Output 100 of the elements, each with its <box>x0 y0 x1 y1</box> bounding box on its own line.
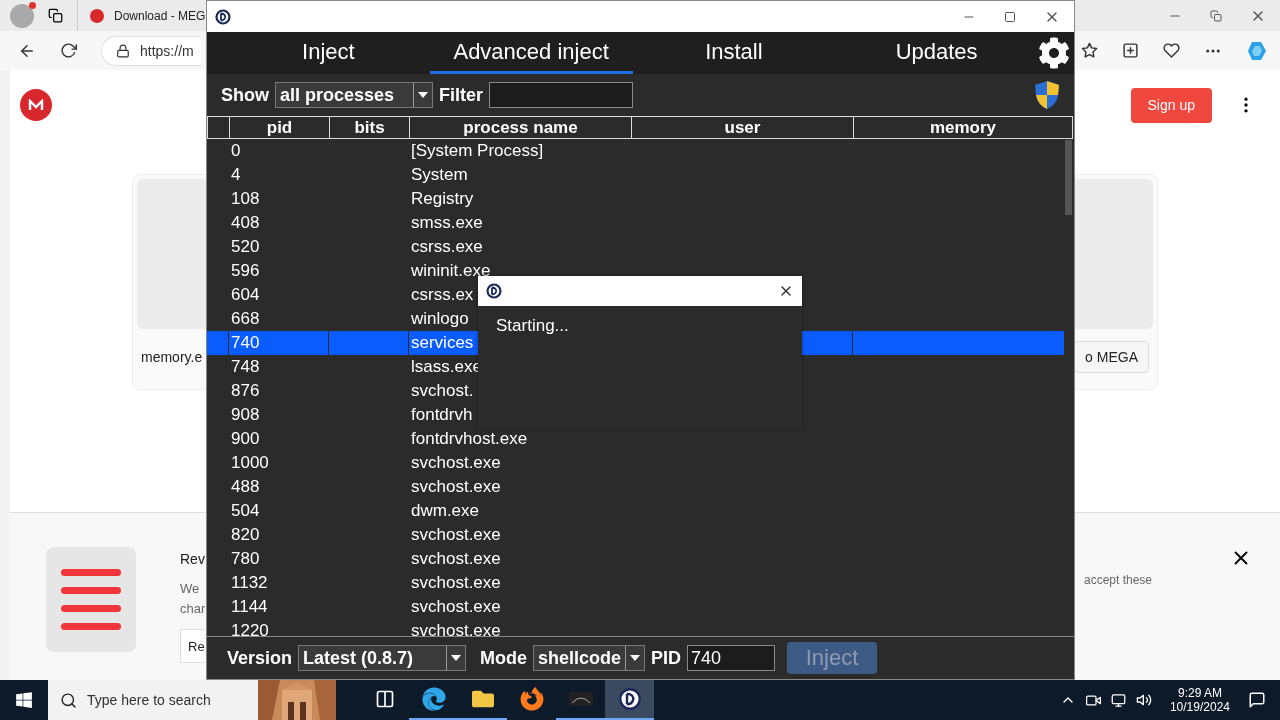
process-name-cell[interactable]: svchost.exe <box>411 549 501 568</box>
filter-label: Filter <box>439 84 483 106</box>
notifications-icon[interactable] <box>1248 691 1266 709</box>
process-name-cell[interactable]: svchost.exe <box>411 477 501 496</box>
edge-icon[interactable] <box>421 687 446 711</box>
filter-field[interactable] <box>489 82 633 108</box>
file-name: memory.e <box>141 349 203 365</box>
tab[interactable]: Inject <box>227 32 430 74</box>
caret-icon <box>630 655 641 661</box>
pid-cell[interactable]: 1144 <box>231 597 268 616</box>
process-name-cell[interactable]: svchost.exe <box>411 525 501 544</box>
clock[interactable]: 9:29 AM 10/19/2024 <box>1169 686 1230 714</box>
folder-icon[interactable] <box>471 688 494 710</box>
pid-cell[interactable]: 596 <box>231 261 260 280</box>
mega-button[interactable]: o MEGA <box>1074 341 1149 373</box>
pid-cell[interactable]: 488 <box>231 477 260 496</box>
pid-cell[interactable]: 908 <box>231 405 260 424</box>
search-field[interactable]: Type here to search <box>48 680 336 720</box>
version-label: Version <box>227 647 293 669</box>
process-name-cell[interactable]: winlogo <box>411 309 469 328</box>
restore-icon[interactable] <box>1210 9 1222 22</box>
scrollbar-thumb[interactable] <box>1065 140 1072 215</box>
heart-icon[interactable] <box>1163 42 1180 59</box>
process-name-cell[interactable]: svchost. <box>411 381 474 400</box>
tab[interactable]: Updates <box>835 32 1038 74</box>
app-logo-icon <box>486 283 502 299</box>
injector-logo-icon[interactable] <box>617 687 642 711</box>
process-name-cell[interactable]: [System Process] <box>411 141 544 160</box>
pid-field[interactable]: 740 <box>687 645 776 671</box>
caret-icon <box>451 655 462 661</box>
firefox-icon[interactable] <box>519 687 544 711</box>
process-name-cell[interactable]: svchost.exe <box>411 453 501 472</box>
process-name-cell[interactable]: csrss.ex <box>411 285 474 304</box>
pid-cell[interactable]: 748 <box>231 357 260 376</box>
banner-title: Rev <box>180 551 205 567</box>
process-name-cell[interactable]: fontdrvhost.exe <box>411 429 528 448</box>
search-icon <box>60 691 77 709</box>
pid-cell[interactable]: 604 <box>231 285 260 304</box>
process-name-cell[interactable]: csrss.exe <box>411 237 483 256</box>
collections-icon[interactable] <box>1122 42 1139 59</box>
process-filter-dropdown[interactable]: all processes <box>275 82 433 108</box>
banner-text: accept these <box>1083 573 1152 587</box>
pid-cell[interactable]: 1000 <box>231 453 269 472</box>
pid-cell[interactable]: 0 <box>231 141 241 160</box>
process-name-cell[interactable]: wininit.exe <box>411 261 491 280</box>
version-dropdown[interactable]: Latest (0.8.7) <box>298 645 467 671</box>
favorites-icon[interactable] <box>1081 42 1098 59</box>
settings-icon[interactable] <box>1038 37 1070 69</box>
pid-cell[interactable]: 108 <box>231 189 260 208</box>
shield-icon <box>1034 80 1060 110</box>
status-message: Starting... <box>496 316 570 336</box>
app-icon[interactable] <box>567 689 594 709</box>
process-name-cell[interactable]: svchost.exe <box>411 597 501 616</box>
column-header[interactable]: memory <box>854 117 1072 138</box>
process-name-cell[interactable]: services <box>411 333 474 352</box>
tab[interactable]: Advanced inject <box>429 32 633 74</box>
process-name-cell[interactable]: dwm.exe <box>411 501 480 520</box>
process-name-cell[interactable]: svchost.exe <box>411 573 501 592</box>
pid-cell[interactable]: 668 <box>231 309 260 328</box>
pid-cell[interactable]: 408 <box>231 213 260 232</box>
column-header[interactable]: bits <box>330 117 410 138</box>
pid-cell[interactable]: 4 <box>231 165 241 184</box>
reload-icon[interactable] <box>60 42 77 59</box>
maximize-icon[interactable] <box>1004 10 1016 23</box>
profile-avatar[interactable] <box>10 3 34 28</box>
banner-text: char <box>180 600 206 618</box>
process-name-cell[interactable]: Registry <box>411 189 474 208</box>
mega-logo-icon[interactable] <box>20 89 52 121</box>
address-field[interactable]: https://m <box>101 35 201 66</box>
pid-cell[interactable]: 876 <box>231 381 260 400</box>
pid-label: PID <box>651 647 682 669</box>
pid-cell[interactable]: 780 <box>231 549 260 568</box>
process-name-cell[interactable]: smss.exe <box>411 213 483 232</box>
pid-cell[interactable]: 1132 <box>231 573 268 592</box>
column-header[interactable]: pid <box>230 117 330 138</box>
pid-cell[interactable]: 520 <box>231 237 260 256</box>
process-name-cell[interactable]: System <box>411 165 468 184</box>
column-header[interactable]: user <box>632 117 854 138</box>
process-name-cell[interactable]: svchost.exe <box>411 621 501 636</box>
tab[interactable]: Install <box>632 32 836 74</box>
banner-button[interactable]: Re <box>180 629 205 663</box>
tab-actions-icon[interactable] <box>48 8 63 23</box>
list-icon <box>46 547 136 652</box>
sign-up-button[interactable]: Sign up <box>1130 87 1212 123</box>
task-view-icon[interactable] <box>374 689 395 709</box>
network-icon[interactable] <box>1110 692 1126 708</box>
pid-cell[interactable]: 820 <box>231 525 260 544</box>
taskbar-app[interactable] <box>605 680 654 720</box>
column-header[interactable]: process name <box>410 117 632 138</box>
lock-icon <box>116 43 130 58</box>
copilot-icon[interactable] <box>1246 39 1268 62</box>
process-name-cell[interactable]: fontdrvh <box>411 405 473 424</box>
pid-cell[interactable]: 1220 <box>231 621 269 636</box>
camera-icon[interactable] <box>1085 692 1101 708</box>
process-name-cell[interactable]: lsass.exe <box>411 357 482 376</box>
mode-dropdown[interactable]: shellcode <box>533 645 646 671</box>
pid-cell[interactable]: 740 <box>231 333 260 352</box>
pid-cell[interactable]: 504 <box>231 501 260 520</box>
volume-icon[interactable] <box>1135 692 1152 708</box>
pid-cell[interactable]: 900 <box>231 429 260 448</box>
